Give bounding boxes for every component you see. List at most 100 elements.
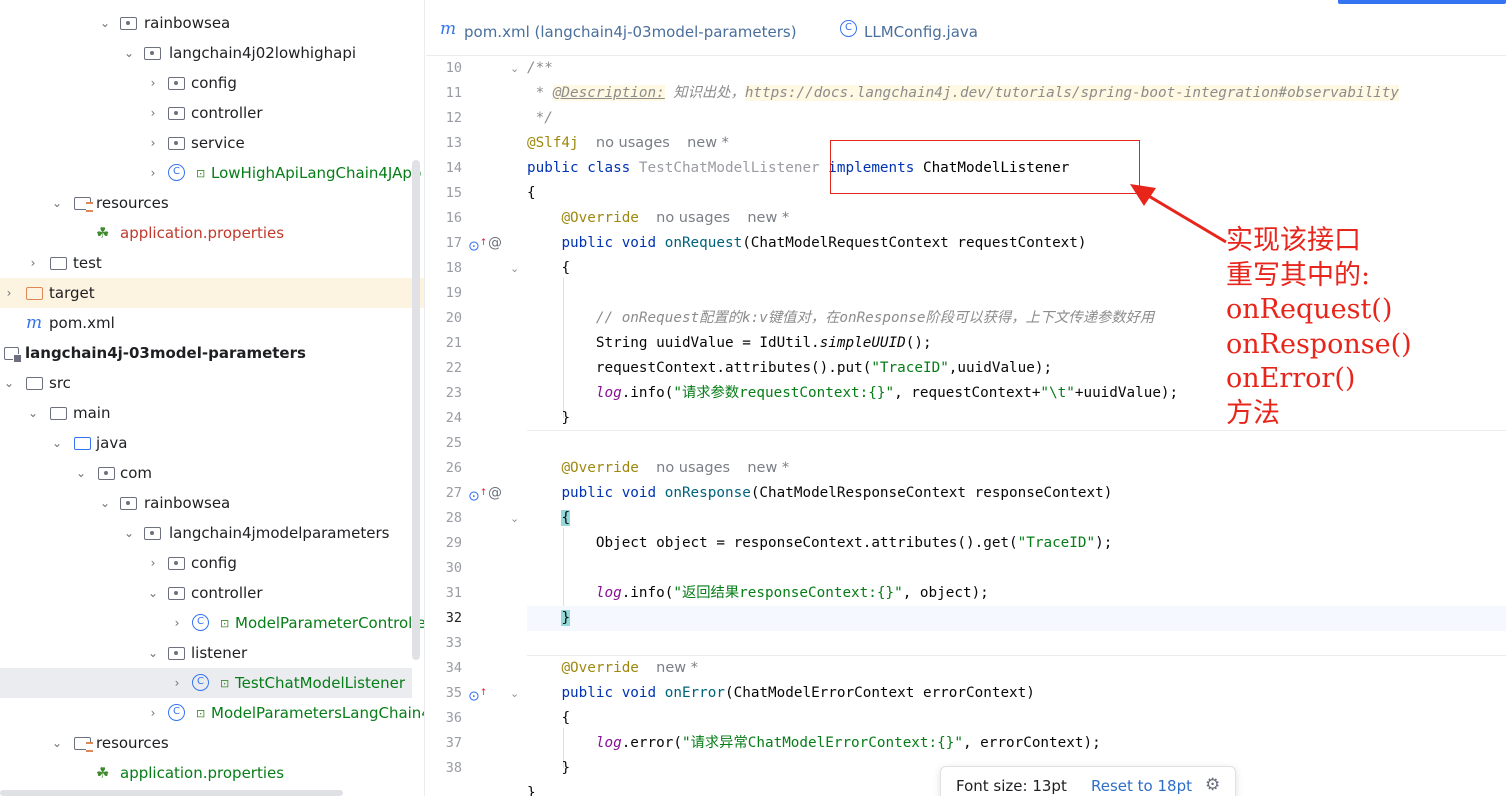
annotation-gutter-icon[interactable]: @: [488, 481, 502, 506]
chevron-down-icon[interactable]: ⌄: [26, 398, 40, 428]
code-line: /**: [527, 60, 553, 76]
tree-item[interactable]: ⌄ langchain4jmodelparameters: [0, 518, 424, 548]
chevron-right-icon[interactable]: ›: [146, 98, 160, 128]
implements-method-icon[interactable]: ⊙↑: [468, 481, 487, 510]
tree-item[interactable]: ☘ application.properties: [0, 758, 424, 788]
tree-item[interactable]: › C ⊡ ModelParameterControlle: [0, 608, 424, 638]
implements-method-icon[interactable]: ⊙↑: [468, 681, 487, 710]
chevron-down-icon[interactable]: ⌄: [122, 38, 136, 68]
tree-item[interactable]: ⌄ com: [0, 458, 424, 488]
tree-item[interactable]: › C ⊡ ModelParametersLangChain4: [0, 698, 424, 728]
tree-item[interactable]: ⌄ resources: [0, 188, 424, 218]
usages-hint[interactable]: no usages: [656, 210, 730, 226]
tree-item[interactable]: ⌄ rainbowsea: [0, 488, 424, 518]
chevron-down-icon[interactable]: ⌄: [146, 638, 160, 668]
code-line: @Override no usages new *: [561, 460, 790, 476]
chevron-right-icon[interactable]: ›: [2, 278, 16, 308]
chevron-right-icon[interactable]: ›: [146, 698, 160, 728]
tree-item[interactable]: › test: [0, 248, 424, 278]
gear-icon[interactable]: ⚙: [1205, 775, 1220, 795]
code-line: log.info("返回结果responseContext:{}", objec…: [595, 585, 989, 601]
tree-item[interactable]: m pom.xml: [0, 308, 424, 338]
chevron-right-icon[interactable]: ›: [146, 548, 160, 578]
tree-item[interactable]: ⌄ langchain4j02lowhighapi: [0, 38, 424, 68]
package-icon: [168, 135, 186, 151]
usages-hint[interactable]: no usages: [656, 460, 730, 476]
fold-icon[interactable]: ⌄: [510, 256, 519, 281]
tree-item[interactable]: langchain4j-03model-parameters: [0, 338, 424, 368]
tree-item[interactable]: › C ⊡ TestChatModelListener: [0, 668, 412, 698]
folder-icon: [50, 255, 68, 271]
code-line: * @Description: 知识出处，https://docs.langch…: [527, 85, 1399, 101]
tree-item[interactable]: ⌄ rainbowsea: [0, 8, 424, 38]
doc-link[interactable]: https://docs.langchain4j.dev/tutorials/s…: [744, 85, 1399, 101]
tree-item[interactable]: ☘ application.properties: [0, 218, 424, 248]
line-number: 23: [445, 385, 462, 401]
author-hint[interactable]: new *: [747, 210, 789, 226]
author-hint[interactable]: new *: [747, 460, 789, 476]
tree-item-label: rainbowsea: [144, 494, 231, 512]
fold-icon[interactable]: ⌄: [510, 56, 519, 81]
tree-item-label: LowHighApiLangChain4JApp: [211, 164, 422, 182]
tree-item[interactable]: ⌄ resources: [0, 728, 424, 758]
tree-item-label: pom.xml: [49, 314, 115, 332]
usages-hint[interactable]: no usages: [596, 135, 670, 151]
tree-item[interactable]: › config: [0, 68, 424, 98]
public-access-icon: ⊡: [220, 617, 230, 630]
tree-item-label: config: [191, 74, 237, 92]
chevron-right-icon[interactable]: ›: [170, 668, 184, 698]
editor-gutter: 10 ⌄ 11 12 13 14 15 16 17 ⊙↑ @18 ⌄ 19 20 21 22 23 24 25 26 2…: [426, 56, 526, 796]
tab-pom-xml[interactable]: m pom.xml (langchain4j-03model-parameter…: [440, 19, 797, 45]
chevron-down-icon[interactable]: ⌄: [98, 488, 112, 518]
tree-item[interactable]: ⌄ listener: [0, 638, 424, 668]
tree-item[interactable]: ⌄ controller: [0, 578, 424, 608]
tree-vertical-scrollbar[interactable]: [412, 160, 420, 660]
tree-item[interactable]: › service: [0, 128, 424, 158]
chevron-right-icon[interactable]: ›: [170, 608, 184, 638]
tree-item[interactable]: › config: [0, 548, 424, 578]
tree-item-label: test: [73, 254, 102, 272]
tree-item[interactable]: › C ⊡ LowHighApiLangChain4JApp: [0, 158, 424, 188]
tree-item[interactable]: ⌄ src: [0, 368, 424, 398]
chevron-down-icon[interactable]: ⌄: [50, 428, 64, 458]
line-number: 20: [445, 310, 462, 326]
line-number: 10: [445, 60, 462, 76]
tree-item[interactable]: ⌄ java: [0, 428, 424, 458]
chevron-down-icon[interactable]: ⌄: [50, 728, 64, 758]
code-line-current: }: [527, 606, 1506, 631]
chevron-down-icon[interactable]: ⌄: [74, 458, 88, 488]
line-number: 30: [445, 560, 462, 576]
chevron-down-icon[interactable]: ⌄: [50, 188, 64, 218]
tree-item[interactable]: › target: [0, 278, 424, 308]
fold-icon[interactable]: ⌄: [510, 506, 519, 531]
chevron-right-icon[interactable]: ›: [26, 248, 40, 278]
chevron-down-icon[interactable]: ⌄: [2, 368, 16, 398]
tree-item-label: resources: [96, 734, 169, 752]
implements-method-icon[interactable]: ⊙↑: [468, 231, 487, 260]
tree-item[interactable]: ⌄ main: [0, 398, 424, 428]
chevron-down-icon[interactable]: ⌄: [122, 518, 136, 548]
line-number: 37: [445, 735, 462, 751]
tree-horizontal-scrollbar[interactable]: [0, 790, 343, 796]
chevron-down-icon[interactable]: ⌄: [98, 8, 112, 38]
resources-folder-icon: [74, 735, 93, 752]
fold-icon[interactable]: ⌄: [510, 681, 519, 706]
reset-font-size-link[interactable]: Reset to 18pt: [1091, 777, 1192, 795]
maven-icon: m: [440, 19, 457, 39]
package-icon: [168, 75, 186, 91]
line-number: 24: [445, 410, 462, 426]
code-line: public void onError(ChatModelErrorContex…: [561, 685, 1035, 701]
chevron-right-icon[interactable]: ›: [146, 128, 160, 158]
chevron-right-icon[interactable]: ›: [146, 158, 160, 188]
author-hint[interactable]: new *: [687, 135, 729, 151]
public-access-icon: ⊡: [196, 167, 206, 180]
line-number: 29: [445, 535, 462, 551]
class-icon: C: [192, 674, 210, 691]
chevron-down-icon[interactable]: ⌄: [146, 578, 160, 608]
tab-llmconfig-java[interactable]: C LLMConfig.java: [840, 20, 1000, 45]
tree-item[interactable]: › controller: [0, 98, 424, 128]
chevron-right-icon[interactable]: ›: [146, 68, 160, 98]
package-icon: [168, 105, 186, 121]
author-hint[interactable]: new *: [656, 660, 698, 676]
annotation-gutter-icon[interactable]: @: [488, 231, 502, 256]
